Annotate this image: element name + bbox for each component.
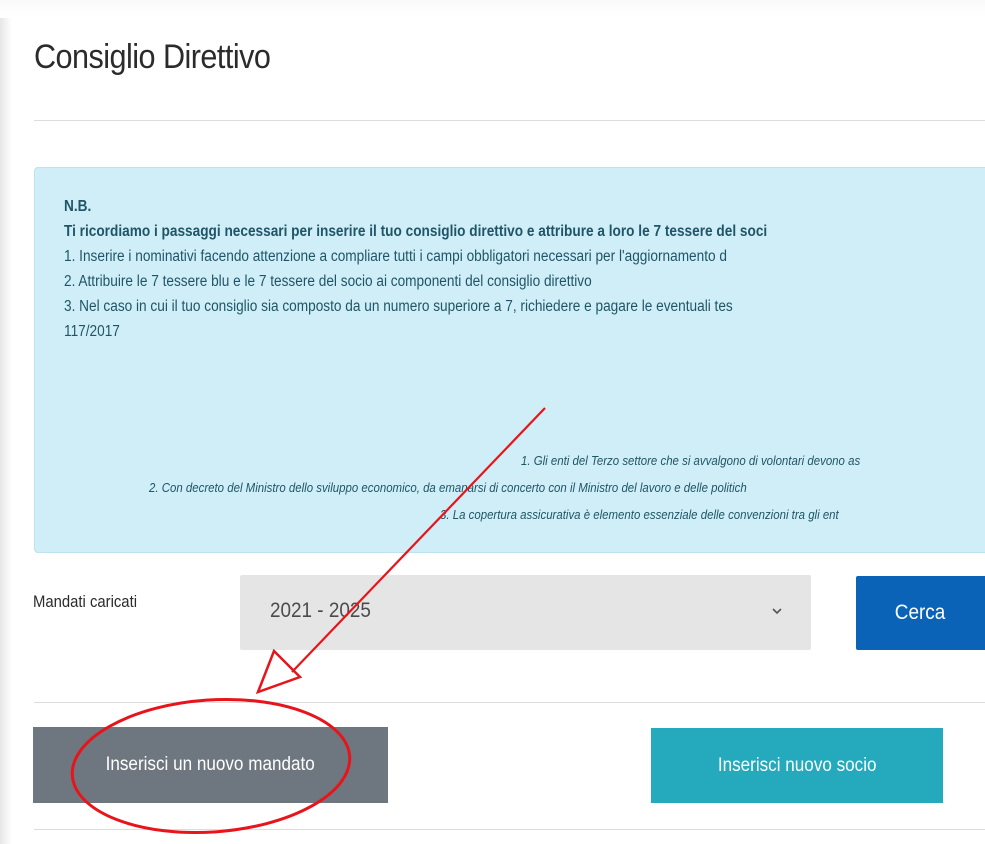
new-member-button[interactable]: Inserisci nuovo socio — [651, 728, 943, 803]
notice-step: 2. Attribuire le 7 tessere blu e le 7 te… — [64, 273, 592, 290]
notice-step-continuation: 117/2017 — [64, 323, 120, 340]
new-mandate-button-label: Inserisci un nuovo mandato — [105, 754, 316, 775]
new-member-button-label: Inserisci nuovo socio — [717, 754, 877, 776]
notice-step: 3. Nel caso in cui il tuo consiglio sia … — [64, 298, 733, 315]
notice-step: 1. Inserire i nominativi facendo attenzi… — [64, 248, 727, 265]
bottom-divider — [34, 829, 985, 830]
window-top-edge — [0, 0, 985, 18]
legal-quote: 3. La copertura assicurativa è elemento … — [440, 507, 839, 522]
mandates-label: Mandati caricati — [33, 593, 138, 611]
legal-quote: 2. Con decreto del Ministro dello svilup… — [149, 480, 747, 495]
section-divider — [34, 702, 985, 703]
annotation-arrowhead — [255, 648, 303, 695]
title-divider — [34, 120, 985, 121]
info-notice: N.B. Ti ricordiamo i passaggi necessari … — [34, 167, 985, 553]
mandates-select-value: 2021 - 2025 — [270, 599, 371, 622]
notice-heading: N.B. — [64, 198, 92, 215]
mandates-select[interactable]: 2021 - 2025 — [240, 575, 811, 650]
legal-quote: 1. Gli enti del Terzo settore che si avv… — [521, 453, 861, 468]
notice-body: N.B. Ti ricordiamo i passaggi necessari … — [64, 194, 985, 344]
new-mandate-button[interactable]: Inserisci un nuovo mandato — [33, 727, 388, 803]
search-button[interactable]: Cerca — [856, 576, 985, 650]
chevron-down-icon — [772, 608, 782, 615]
search-button-label: Cerca — [895, 601, 946, 624]
page-title: Consiglio Direttivo — [34, 38, 271, 76]
notice-intro: Ti ricordiamo i passaggi necessari per i… — [64, 223, 768, 240]
window-left-edge — [0, 18, 12, 844]
